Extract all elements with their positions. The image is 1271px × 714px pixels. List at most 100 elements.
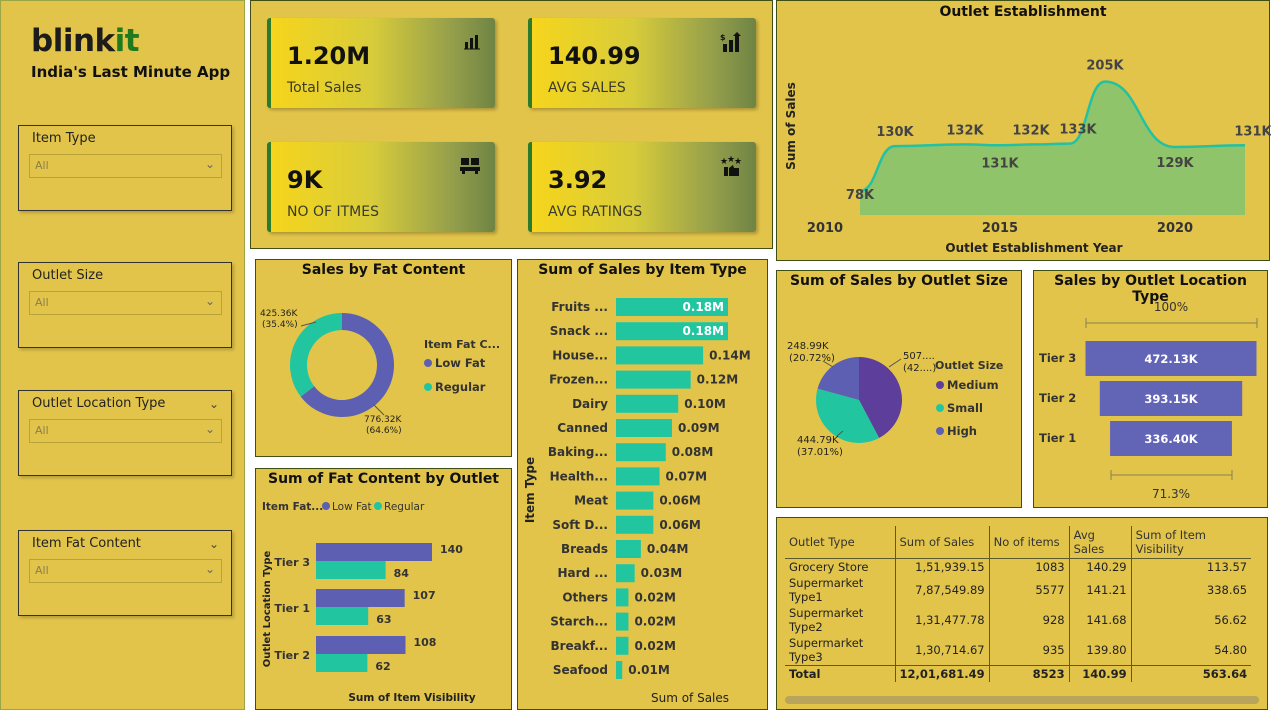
item-type-bar-panel: Sum of Sales by Item Type Item Type Sum … — [517, 259, 768, 710]
slicer-item-type[interactable]: Item Type All ⌄ — [18, 125, 232, 211]
outlet-size-pie-chart: Outlet Size 507....(42....) 444.79K(37.01… — [787, 341, 1003, 458]
category-label: Tier 1 — [274, 602, 310, 615]
data-label: 444.79K — [797, 435, 839, 446]
leader-line — [888, 358, 902, 368]
column-header[interactable]: No of items — [988, 526, 1070, 559]
data-label: 140 — [440, 543, 463, 556]
category-label: Breads — [561, 542, 608, 556]
category-label: Health... — [550, 469, 608, 483]
data-label: 248.99K — [787, 341, 829, 352]
data-label: (42....) — [903, 363, 936, 374]
table-cell: 928 — [988, 605, 1070, 635]
rating-stars-icon: ★ ★ ★ — [720, 155, 742, 183]
table-row: Grocery Store 1,51,939.15 1083 140.29 113.57 — [785, 558, 1252, 575]
item-type-bar-chart: Item Type Sum of Sales Fruits ... 0.18M Sn… — [523, 298, 751, 705]
legend-marker — [936, 427, 944, 435]
sidebar: blinkit India's Last Minute App Item Typ… — [0, 0, 245, 710]
data-label: 0.09M — [678, 421, 720, 435]
legend-marker — [322, 502, 330, 510]
category-label: Snack ... — [550, 324, 608, 338]
location-type-funnel-panel: Sales by Outlet Location Type 100% 71.3%… — [1033, 270, 1268, 508]
kpi-total-sales[interactable]: 1.20M Total Sales — [267, 18, 495, 108]
table-row: Supermarket Type2 1,31,477.78 928 141.68 56.… — [785, 605, 1252, 635]
fat-content-dropdown[interactable]: All ⌄ — [29, 559, 222, 583]
bar — [616, 491, 654, 510]
data-label: 107 — [413, 589, 436, 602]
chevron-down-icon[interactable]: ⌄ — [205, 562, 215, 576]
data-label: 0.06M — [659, 494, 701, 508]
data-label: 0.18M — [682, 300, 724, 314]
data-label: 108 — [413, 636, 436, 649]
chevron-down-icon[interactable]: ⌄ — [205, 157, 215, 171]
column-header[interactable]: Avg Sales — [1068, 526, 1132, 559]
column-header[interactable]: Outlet Type — [785, 526, 895, 559]
fat-content-by-outlet-panel: Sum of Fat Content by Outlet Item Fat...… — [255, 468, 512, 710]
category-label: Tier 2 — [274, 649, 310, 662]
table-cell: 1,51,939.15 — [894, 558, 990, 575]
data-label: 0.02M — [634, 615, 676, 629]
column-header[interactable]: Sum of Sales — [894, 526, 990, 559]
donut-slice — [290, 313, 342, 397]
table-cell: 1,31,477.78 — [894, 605, 990, 635]
outlet-size-dropdown[interactable]: All ⌄ — [29, 291, 222, 315]
kpi-avg-sales[interactable]: 140.99 AVG SALES $ — [528, 18, 756, 108]
kpi-avg-ratings[interactable]: 3.92 AVG RATINGS ★ ★ ★ — [528, 142, 756, 232]
x-axis-label: Outlet Establishment Year — [945, 241, 1122, 255]
data-label: 78K — [846, 188, 875, 203]
chevron-down-icon[interactable]: ⌄ — [205, 294, 215, 308]
item-type-dropdown[interactable]: All ⌄ — [29, 154, 222, 178]
table-cell: 140.29 — [1068, 558, 1132, 575]
kpi-panel: 1.20M Total Sales 140.99 AVG SALES $ 9K … — [250, 0, 773, 249]
table-cell: 7,87,549.89 — [894, 575, 990, 605]
x-tick-label: 2015 — [982, 221, 1018, 236]
data-label: 0.02M — [634, 590, 676, 604]
data-label: 0.12M — [697, 373, 739, 387]
bar — [616, 394, 679, 413]
outlet-size-pie-panel: Sum of Sales by Outlet Size Outlet Size … — [776, 270, 1022, 508]
column-header[interactable]: Sum of Item Visibility — [1130, 526, 1252, 559]
data-label: 472.13K — [1144, 352, 1198, 366]
bar — [616, 346, 704, 365]
data-label: 132K — [1012, 123, 1050, 138]
slicer-outlet-size[interactable]: Outlet Size All ⌄ — [18, 262, 232, 348]
slicer-item-fat-content[interactable]: Item Fat Content ⌄ All ⌄ — [18, 530, 232, 616]
data-label: 132K — [946, 123, 984, 138]
data-label: 131K — [1234, 124, 1271, 139]
outlet-establishment-chart: Sum of Sales Outlet Establishment Year 2… — [784, 59, 1271, 255]
chevron-down-icon[interactable]: ⌄ — [209, 537, 219, 551]
chevron-down-icon[interactable]: ⌄ — [209, 397, 219, 411]
legend-label: Regular — [384, 501, 425, 513]
data-label: 0.01M — [628, 663, 670, 677]
kpi-no-of-items[interactable]: 9K NO OF ITMES — [267, 142, 495, 232]
data-label: 0.14M — [709, 348, 751, 362]
bar — [616, 636, 629, 655]
data-label: 205K — [1086, 59, 1124, 74]
table-cell: 140.99 — [1068, 665, 1132, 682]
legend-label: Medium — [947, 378, 999, 392]
bar — [616, 467, 660, 486]
bar — [616, 540, 641, 558]
data-label: (20.72%) — [789, 353, 835, 364]
data-label: 0.18M — [682, 324, 724, 338]
category-label: Tier 3 — [1039, 351, 1076, 365]
data-label: 425.36K — [260, 309, 298, 319]
category-label: Dairy — [572, 397, 608, 411]
chevron-down-icon[interactable]: ⌄ — [205, 422, 215, 436]
legend-title: Item Fat... — [262, 501, 323, 513]
category-label: Frozen... — [549, 373, 608, 387]
y-axis-label: Sum of Sales — [784, 82, 798, 170]
bar — [316, 589, 405, 607]
slicer-outlet-location-type[interactable]: Outlet Location Type ⌄ All ⌄ — [18, 390, 232, 476]
total-row: Total 12,01,681.49 8523 140.99 563.64 — [785, 665, 1252, 682]
table-cell: 5577 — [988, 575, 1070, 605]
slicer-label: Outlet Size — [32, 268, 104, 283]
data-label: (35.4%) — [262, 320, 298, 330]
x-axis-label: Sum of Item Visibility — [348, 692, 475, 704]
data-label: 0.03M — [641, 566, 683, 580]
y-axis-label: Item Type — [523, 457, 537, 523]
category-label: Fruits ... — [551, 300, 608, 314]
horizontal-scrollbar[interactable] — [785, 696, 1259, 704]
slicer-label: Item Fat Content — [32, 536, 141, 551]
outlet-location-dropdown[interactable]: All ⌄ — [29, 419, 222, 443]
category-label: Soft D... — [552, 518, 608, 532]
